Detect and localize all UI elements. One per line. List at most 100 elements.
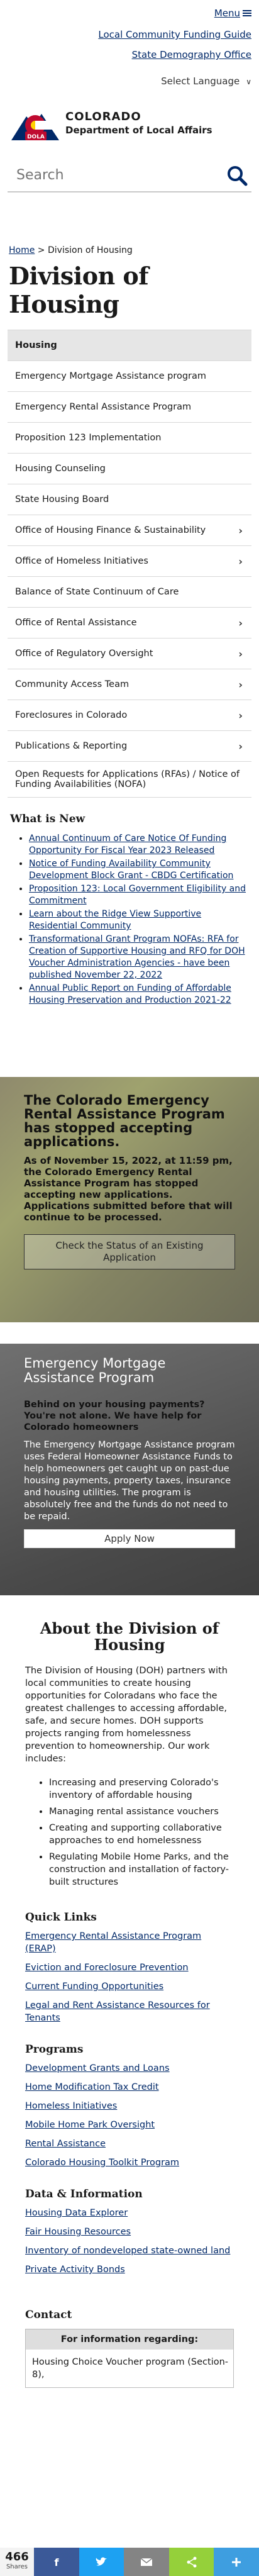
sidenav-item-foreclosures-in-colorado[interactable]: Foreclosures in Colorado › — [8, 700, 251, 731]
chevron-down-icon: ∨ — [246, 77, 251, 86]
program-link-mobile-home-park-oversight[interactable]: Mobile Home Park Oversight — [25, 2119, 234, 2131]
facebook-share-button[interactable]: f — [34, 2548, 79, 2576]
sidenav-item-office-of-regulatory-oversight[interactable]: Office of Regulatory Oversight › — [8, 638, 251, 669]
whats-new-item: Notice of Funding Availability Community… — [29, 858, 249, 882]
breadcrumb-home-link[interactable]: Home — [9, 245, 35, 255]
quick-links-title: Quick Links — [25, 1911, 97, 1924]
local-community-funding-guide-link[interactable]: Local Community Funding Guide — [8, 28, 251, 42]
quick-link-emergency-rental-assistance-pr[interactable]: Emergency Rental Assistance Program (ERA… — [25, 1930, 234, 1955]
sidenav-item-housing[interactable]: Housing — [8, 330, 251, 361]
data-link-private-activity-bonds[interactable]: Private Activity Bonds — [25, 2263, 234, 2276]
twitter-icon — [96, 2556, 107, 2566]
sharethis-share-button[interactable] — [168, 2548, 214, 2576]
program-link-homeless-initiatives[interactable]: Homeless Initiatives — [25, 2100, 234, 2112]
sidenav-item-state-housing-board[interactable]: State Housing Board — [8, 484, 251, 515]
sidenav-item-label: Office of Homeless Initiatives — [15, 556, 148, 566]
hamburger-icon — [243, 9, 251, 18]
logo-badge-text: DOLA — [27, 134, 45, 140]
program-link-colorado-housing-toolkit-progr[interactable]: Colorado Housing Toolkit Program — [25, 2156, 234, 2169]
sidenav-item-balance-of-state-continuum-of-care[interactable]: Balance of State Continuum of Care — [8, 577, 251, 608]
breadcrumb-current: Division of Housing — [47, 245, 133, 255]
programs-list: Development Grants and Loans Home Modific… — [25, 2062, 234, 2169]
quick-link-legal-and-rent-assistance-reso[interactable]: Legal and Rent Assistance Resources for … — [25, 1999, 234, 2024]
more-share-button[interactable] — [214, 2548, 259, 2576]
contact-table: For information regarding: Housing Choic… — [25, 2329, 234, 2388]
twitter-share-button[interactable] — [79, 2548, 124, 2576]
chevron-right-icon[interactable]: › — [238, 617, 243, 629]
sidenav-item-emergency-rental-assistance-program[interactable]: Emergency Rental Assistance Program — [8, 392, 251, 423]
language-label: Select Language — [161, 75, 240, 87]
quick-link-eviction-and-foreclosure-preve[interactable]: Eviction and Foreclosure Prevention — [25, 1961, 234, 1974]
menu-label: Menu — [214, 8, 240, 19]
sidenav-item-office-of-housing-finance-sustainability[interactable]: Office of Housing Finance & Sustainabili… — [8, 515, 251, 546]
chevron-right-icon[interactable]: › — [238, 555, 243, 567]
program-link-home-modification-tax-credit[interactable]: Home Modification Tax Credit — [25, 2081, 234, 2094]
whats-new-link[interactable]: Learn about the Ridge View Supportive Re… — [29, 909, 201, 931]
program-link-rental-assistance[interactable]: Rental Assistance — [25, 2138, 234, 2150]
sidenav-item-housing-counseling[interactable]: Housing Counseling — [8, 454, 251, 484]
search-icon[interactable] — [226, 165, 248, 186]
email-icon — [140, 2557, 153, 2566]
chevron-right-icon[interactable]: › — [238, 648, 243, 660]
header-utility: Menu Local Community Funding Guide State… — [0, 0, 259, 87]
about-title: About the Division of Housing — [40, 1619, 219, 1654]
sidenav-item-community-access-team[interactable]: Community Access Team › — [8, 669, 251, 700]
programs-title: Programs — [25, 2043, 84, 2056]
whats-new-link[interactable]: Notice of Funding Availability Community… — [29, 859, 233, 881]
quick-link-current-funding-opportunities[interactable]: Current Funding Opportunities — [25, 1980, 234, 1993]
about-paragraph: The Division of Housing (DOH) partners w… — [25, 1666, 228, 1764]
share-count-number: 466 — [5, 2550, 29, 2563]
sidenav-item-label: Balance of State Continuum of Care — [15, 587, 179, 597]
search-bar — [8, 160, 251, 192]
quick-links-section: Quick Links Emergency Rental Assistance … — [0, 1892, 259, 2024]
data-info-title: Data & Information — [25, 2188, 143, 2200]
menu-button[interactable]: Menu — [214, 5, 251, 21]
chevron-right-icon[interactable]: › — [238, 525, 243, 537]
share-count-label: Shares — [6, 2563, 28, 2570]
about-bullet: Managing rental assistance vouchers — [49, 1805, 234, 1818]
sidenav-item-label: Emergency Rental Assistance Program — [15, 402, 192, 412]
program-link-development-grants-and-loans[interactable]: Development Grants and Loans — [25, 2062, 234, 2075]
whats-new-item: Transformational Grant Program NOFAs: RF… — [29, 934, 249, 981]
whats-new-link[interactable]: Transformational Grant Program NOFAs: RF… — [29, 934, 245, 980]
plus-icon — [232, 2557, 241, 2567]
data-link-housing-data-explorer[interactable]: Housing Data Explorer — [25, 2207, 234, 2219]
whats-new-section: What is New Annual Continuum of Care Not… — [10, 813, 249, 1006]
chevron-right-icon[interactable]: › — [238, 740, 243, 752]
search-input[interactable] — [8, 160, 203, 190]
sidenav-item-office-of-homeless-initiatives[interactable]: Office of Homeless Initiatives › — [8, 546, 251, 577]
email-share-button[interactable] — [124, 2548, 169, 2576]
chevron-right-icon[interactable]: › — [238, 710, 243, 722]
emap-card: Emergency Mortgage Assistance Program Be… — [0, 1344, 259, 1595]
sidenav-item-label: State Housing Board — [15, 494, 109, 505]
sidenav-item-label: Office of Rental Assistance — [15, 618, 137, 628]
sidenav-item-label: Proposition 123 Implementation — [15, 433, 162, 443]
data-link-fair-housing-resources[interactable]: Fair Housing Resources — [25, 2226, 234, 2238]
whats-new-link[interactable]: Annual Continuum of Care Notice Of Fundi… — [29, 834, 226, 856]
site-logo[interactable]: DOLA COLORADO Department of Local Affair… — [0, 87, 259, 147]
check-application-status-button[interactable]: Check the Status of an Existing Applicat… — [24, 1234, 235, 1269]
chevron-right-icon[interactable]: › — [238, 679, 243, 691]
state-demography-office-link[interactable]: State Demography Office — [8, 48, 251, 62]
sidenav-item-emergency-mortgage-assistance-program[interactable]: Emergency Mortgage Assistance program — [8, 361, 251, 392]
sidenav-item-label: Foreclosures in Colorado — [15, 710, 128, 720]
contact-section: Contact For information regarding: Housi… — [0, 2276, 259, 2388]
sidenav-item-publications-reporting[interactable]: Publications & Reporting › — [8, 731, 251, 762]
about-bullet: Regulating Mobile Home Parks, and the co… — [49, 1851, 234, 1888]
sidenav-item-open-requests-for-applications-rfas-noti[interactable]: Open Requests for Applications (RFAs) / … — [8, 762, 251, 798]
logo-line-2: Department of Local Affairs — [65, 124, 212, 136]
sidenav-item-office-of-rental-assistance[interactable]: Office of Rental Assistance › — [8, 608, 251, 638]
section-navigation: Housing Emergency Mortgage Assistance pro… — [8, 330, 251, 798]
erap-card-title: The Colorado Emergency Rental Assistance… — [24, 1093, 225, 1149]
data-link-inventory-of-nondeveloped-stat[interactable]: Inventory of nondeveloped state-owned la… — [25, 2244, 234, 2257]
sidenav-item-proposition-123-implementation[interactable]: Proposition 123 Implementation — [8, 423, 251, 454]
about-bullet: Increasing and preserving Colorado's inv… — [49, 1776, 234, 1802]
whats-new-link[interactable]: Proposition 123: Local Government Eligib… — [29, 884, 246, 906]
whats-new-item: Proposition 123: Local Government Eligib… — [29, 883, 249, 907]
apply-now-button[interactable]: Apply Now — [24, 1529, 235, 1548]
whats-new-link[interactable]: Annual Public Report on Funding of Affor… — [29, 983, 231, 1005]
emap-card-title: Emergency Mortgage Assistance Program — [24, 1356, 166, 1385]
sidenav-item-label: Open Requests for Applications (RFAs) / … — [15, 769, 240, 789]
share-count: 466 Shares — [0, 2548, 34, 2576]
language-select[interactable]: Select Language ∨ — [8, 75, 251, 87]
